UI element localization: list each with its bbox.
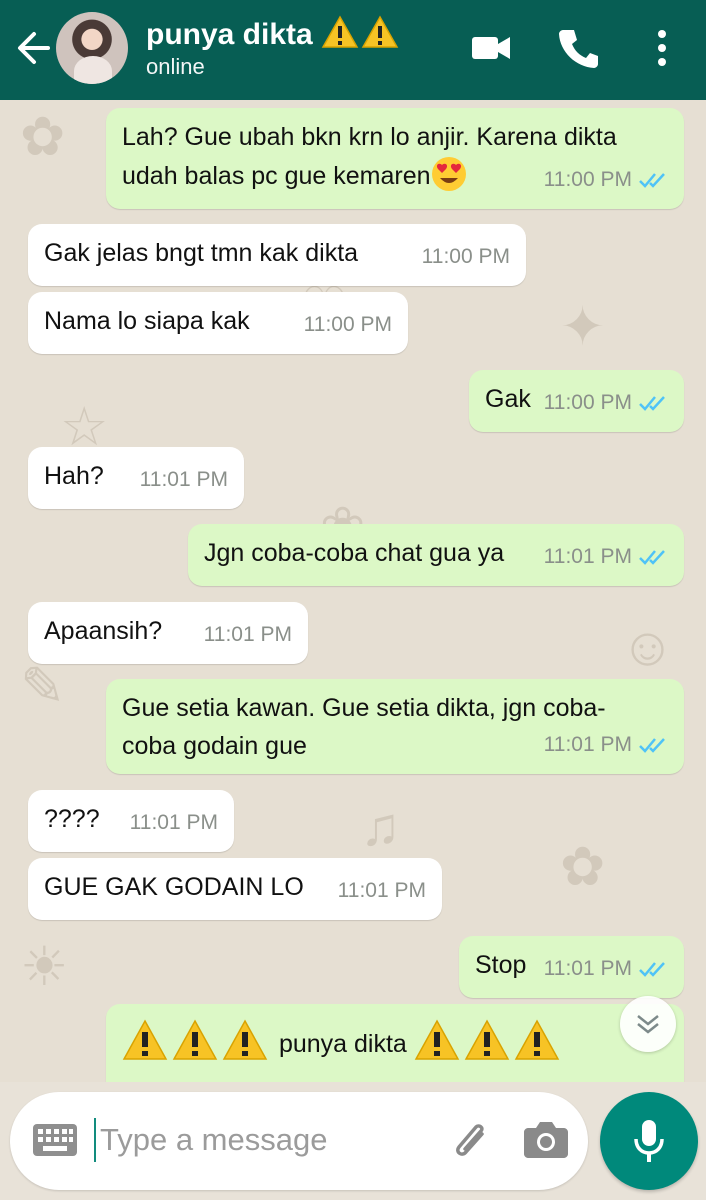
message-time: 11:01 PM — [337, 879, 426, 902]
mic-icon — [634, 1120, 664, 1162]
wallpaper-doodle: ✿ — [20, 107, 66, 167]
voice-call-icon[interactable] — [556, 26, 600, 70]
message-time: 11:02 PM — [544, 1074, 632, 1082]
keyboard-icon[interactable] — [32, 1123, 78, 1157]
chevron-double-down-icon — [637, 1015, 659, 1034]
message-time: 11:00 PM — [543, 391, 632, 414]
message-time: 11:00 PM — [421, 245, 510, 268]
outgoing-message[interactable]: punya dikta 11:02 PM — [106, 1004, 684, 1082]
message-time: 11:01 PM — [543, 545, 632, 568]
wallpaper-doodle: ☺ — [620, 617, 676, 677]
outgoing-message[interactable]: Lah? Gue ubah bkn krn lo anjir. Karena d… — [106, 108, 684, 209]
back-arrow-icon[interactable] — [14, 26, 54, 70]
video-call-icon[interactable] — [470, 26, 512, 70]
message-text: Lah? Gue ubah bkn krn lo anjir. Karena d… — [122, 123, 617, 151]
incoming-message[interactable]: GUE GAK GODAIN LO 11:01 PM — [28, 858, 442, 920]
contact-avatar[interactable] — [56, 12, 128, 84]
outgoing-message[interactable]: Gak 11:00 PM — [469, 370, 684, 432]
message-time: 11:01 PM — [203, 623, 292, 646]
text-cursor — [94, 1118, 96, 1162]
wallpaper-doodle: ✦ — [560, 297, 606, 357]
outgoing-message[interactable]: Jgn coba-coba chat gua ya 11:01 PM — [188, 524, 684, 586]
message-text: punya dikta — [278, 1030, 407, 1058]
wallpaper-doodle: ☆ — [60, 397, 109, 457]
contact-name-text: punya dikta — [146, 18, 313, 51]
more-options-icon[interactable] — [648, 26, 676, 70]
incoming-message[interactable]: ???? 11:01 PM — [28, 790, 234, 852]
incoming-message[interactable]: Hah? 11:01 PM — [28, 447, 244, 509]
outgoing-message[interactable]: Stop 11:01 PM — [459, 936, 684, 998]
message-time: 11:01 PM — [139, 468, 228, 491]
voice-record-button[interactable] — [600, 1092, 698, 1190]
message-text: udah balas pc gue kemaren — [122, 162, 431, 190]
warning-sign-icon — [122, 1019, 268, 1060]
message-time: 11:00 PM — [303, 313, 392, 336]
outgoing-message[interactable]: Gue setia kawan. Gue setia dikta, jgn co… — [106, 679, 684, 774]
wallpaper-doodle: ✿ — [560, 837, 606, 897]
message-time: 11:00 PM — [543, 168, 632, 191]
message-input[interactable] — [100, 1116, 430, 1164]
wallpaper-doodle: ♫ — [360, 797, 401, 857]
chat-header: punya dikta online — [0, 0, 706, 100]
incoming-message[interactable]: Apaansih? 11:01 PM — [28, 602, 308, 664]
message-text: Gue setia kawan. Gue setia dikta, jgn co… — [122, 694, 606, 722]
chat-area[interactable]: ✿ ☆ ♡ ✦ ☺ ✎ ♫ ✿ ☀ ❀ Lah? Gue ubah bkn kr… — [0, 100, 706, 1082]
heart-eyes-emoji-icon — [431, 157, 466, 191]
message-time: 11:01 PM — [543, 957, 632, 980]
read-ticks-icon — [639, 738, 665, 753]
read-ticks-icon — [639, 550, 665, 565]
warning-sign-icon — [414, 1019, 560, 1060]
wallpaper-doodle: ✎ — [20, 657, 66, 717]
attach-icon[interactable] — [448, 1116, 494, 1166]
contact-name[interactable]: punya dikta — [146, 14, 401, 52]
wallpaper-doodle: ☀ — [20, 937, 69, 997]
read-ticks-icon — [639, 962, 665, 977]
read-ticks-icon — [639, 396, 665, 411]
incoming-message[interactable]: Gak jelas bngt tmn kak dikta 11:00 PM — [28, 224, 526, 286]
message-time: 11:01 PM — [129, 811, 218, 834]
contact-status: online — [146, 54, 205, 79]
camera-icon[interactable] — [522, 1116, 570, 1162]
message-composer — [10, 1092, 588, 1190]
incoming-message[interactable]: Nama lo siapa kak 11:00 PM — [28, 292, 408, 354]
read-ticks-icon — [639, 173, 665, 188]
message-time: 11:01 PM — [543, 733, 632, 756]
scroll-to-bottom-button[interactable] — [620, 996, 676, 1052]
warning-sign-icon — [321, 15, 399, 48]
